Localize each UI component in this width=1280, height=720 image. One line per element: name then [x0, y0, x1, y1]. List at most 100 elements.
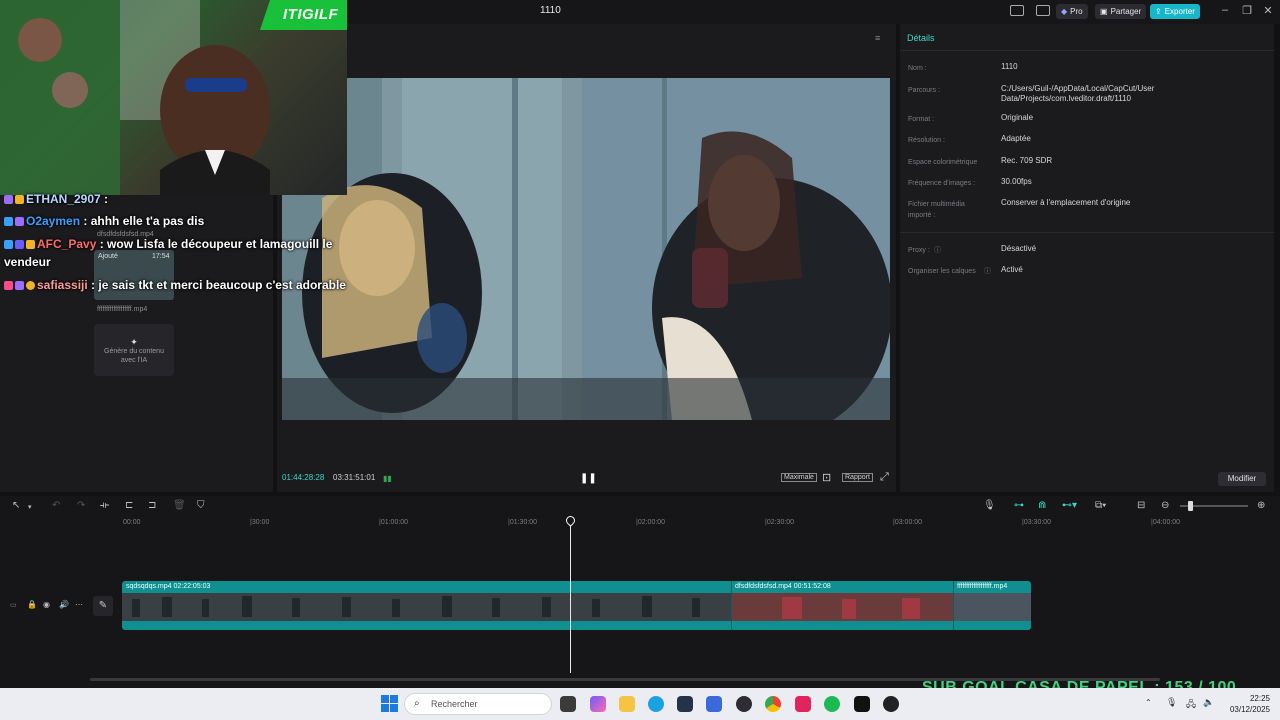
minimize-icon[interactable]: –	[1218, 4, 1232, 16]
microphone-icon[interactable]: 🎙	[983, 500, 996, 511]
pro-label: Pro	[1070, 7, 1083, 16]
split-icon[interactable]: ⟛	[100, 500, 109, 511]
copilot-icon[interactable]	[590, 696, 606, 712]
export-label: Exporter	[1164, 7, 1195, 16]
video-preview[interactable]	[282, 78, 890, 420]
chrome-icon[interactable]	[765, 696, 781, 712]
detail-value: Désactivé	[1001, 244, 1037, 253]
detail-value: 1110	[1001, 62, 1018, 71]
app-icon[interactable]	[883, 696, 899, 712]
taskbar	[0, 688, 1280, 720]
detail-value: 30.00fps	[1001, 177, 1032, 186]
chat-message: O2aymen : ahhh elle t'a pas dis	[4, 212, 204, 230]
chat-message: AFC_Pavy : wow Lisfa le découpeur et lam…	[4, 235, 344, 271]
trim-left-icon[interactable]: ⊏	[125, 500, 133, 511]
chat-user: O2aymen	[26, 214, 81, 228]
badge-icon	[15, 240, 24, 249]
fullscreen-icon[interactable]: ⤢	[880, 471, 889, 484]
close-icon[interactable]: ✕	[1261, 4, 1275, 17]
clip-header: sqdsqdqs.mp4 02:22:05:03	[126, 583, 211, 590]
volume-icon[interactable]: 🔈	[1203, 697, 1214, 708]
ai-generate-card[interactable]: ✦ Génère du contenu avec l'IA	[94, 324, 174, 376]
windows-start-icon[interactable]	[381, 695, 398, 712]
chevron-up-icon[interactable]: ⌃	[1145, 698, 1152, 707]
chat-overlay: ETHAN_2907 : O2aymen : ahhh elle t'a pas…	[0, 190, 350, 300]
info-icon[interactable]: ⓘ	[934, 245, 941, 255]
eye-icon[interactable]: ◉	[43, 600, 50, 609]
quality-button[interactable]: Maximale	[781, 473, 817, 482]
magnet-icon[interactable]: ⋒	[1038, 500, 1046, 511]
detail-value: Rec. 709 SDR	[1001, 156, 1053, 165]
store-icon[interactable]	[677, 696, 693, 712]
ruler-tick: |01:30:00	[508, 519, 538, 526]
tiktok-icon[interactable]	[795, 696, 811, 712]
network-icon[interactable]: 🖧	[1186, 697, 1196, 713]
webcam-overlay	[0, 0, 347, 195]
taskbar-search[interactable]: ⌕ Rechercher	[404, 693, 552, 715]
panel-icon[interactable]	[1036, 5, 1050, 16]
video-track[interactable]	[122, 581, 1031, 630]
preview-axis-icon[interactable]: ⧉▾	[1095, 500, 1106, 511]
pause-button[interactable]: ❚❚	[580, 473, 597, 484]
zoom-out-icon[interactable]: ⊖	[1161, 500, 1169, 511]
zoom-in-icon[interactable]: ⊕	[1257, 500, 1265, 511]
audio-icon[interactable]: 🔊	[59, 600, 69, 609]
chat-text: : je sais tkt et merci beaucoup c'est ad…	[87, 278, 346, 292]
lock-icon[interactable]: 🔒	[27, 600, 37, 609]
trim-right-icon[interactable]: ⊐	[148, 500, 156, 511]
search-placeholder: Rechercher	[431, 699, 478, 709]
audio-meter-icon: ▮▮	[383, 474, 392, 483]
chat-text: :	[100, 192, 109, 206]
info-icon[interactable]: ⓘ	[984, 266, 991, 276]
edge-icon[interactable]	[648, 696, 664, 712]
webcam-image	[0, 0, 347, 195]
spotify-icon[interactable]	[824, 696, 840, 712]
detail-label: Espace colorimétrique	[908, 159, 978, 166]
restore-icon[interactable]: ❐	[1240, 4, 1254, 17]
undo-icon[interactable]: ↶	[52, 500, 60, 511]
current-timecode: 01:44:28:28	[282, 473, 325, 482]
ruler-tick: |02:30:00	[765, 519, 795, 526]
obs-icon[interactable]	[736, 696, 752, 712]
edit-icon[interactable]: ✎	[93, 596, 113, 616]
shield-icon[interactable]: ⛉	[197, 500, 205, 511]
ruler-tick: |03:30:00	[1022, 519, 1052, 526]
chevron-down-icon[interactable]: ▾	[28, 503, 32, 511]
divider	[900, 50, 1274, 51]
capcut-icon[interactable]	[854, 696, 870, 712]
select-tool-icon[interactable]: ↖	[12, 500, 20, 511]
project-title: 1110	[540, 5, 561, 16]
detail-value: Adaptée	[1001, 134, 1031, 143]
caption-icon[interactable]: ⊟	[1137, 500, 1145, 511]
task-view-icon[interactable]	[560, 696, 576, 712]
playhead[interactable]	[570, 518, 571, 673]
details-title: Détails	[907, 33, 935, 43]
layout-icon[interactable]	[1010, 5, 1024, 16]
file-explorer-icon[interactable]	[619, 696, 635, 712]
link-icon[interactable]: ⊶	[1014, 500, 1024, 511]
more-icon[interactable]: ⋯	[75, 600, 83, 609]
zoom-slider-handle[interactable]	[1188, 501, 1193, 511]
menu-icon[interactable]: ≡	[875, 33, 880, 43]
pro-button[interactable]: ◆ Pro	[1056, 4, 1088, 19]
badge-icon	[4, 217, 13, 226]
export-button[interactable]: ⇪ Exporter	[1150, 4, 1200, 19]
ruler-tick: |02:00:00	[636, 519, 666, 526]
modify-button[interactable]: Modifier	[1218, 472, 1266, 486]
chat-user: ETHAN_2907	[26, 192, 101, 206]
taskbar-clock[interactable]: 22:25 03/12/2025	[1224, 693, 1270, 715]
delete-icon[interactable]: 🗑	[173, 500, 186, 511]
cover-icon[interactable]: ▭	[10, 601, 17, 609]
snap-icon[interactable]: ⊷▾	[1062, 500, 1077, 511]
sparkle-icon: ✦	[130, 337, 138, 347]
outlook-icon[interactable]	[706, 696, 722, 712]
snapshot-icon[interactable]: ⊡	[822, 471, 831, 484]
chat-message: safiassiji : je sais tkt et merci beauco…	[4, 276, 346, 294]
share-button[interactable]: ▣ Partager	[1095, 4, 1147, 19]
chat-user: safiassiji	[37, 278, 88, 292]
ratio-button[interactable]: Rapport	[842, 473, 873, 482]
microphone-icon[interactable]: 🎙	[1166, 697, 1177, 708]
redo-icon[interactable]: ↷	[77, 500, 85, 511]
export-icon: ⇪	[1155, 7, 1162, 16]
detail-value: Originale	[1001, 113, 1034, 122]
